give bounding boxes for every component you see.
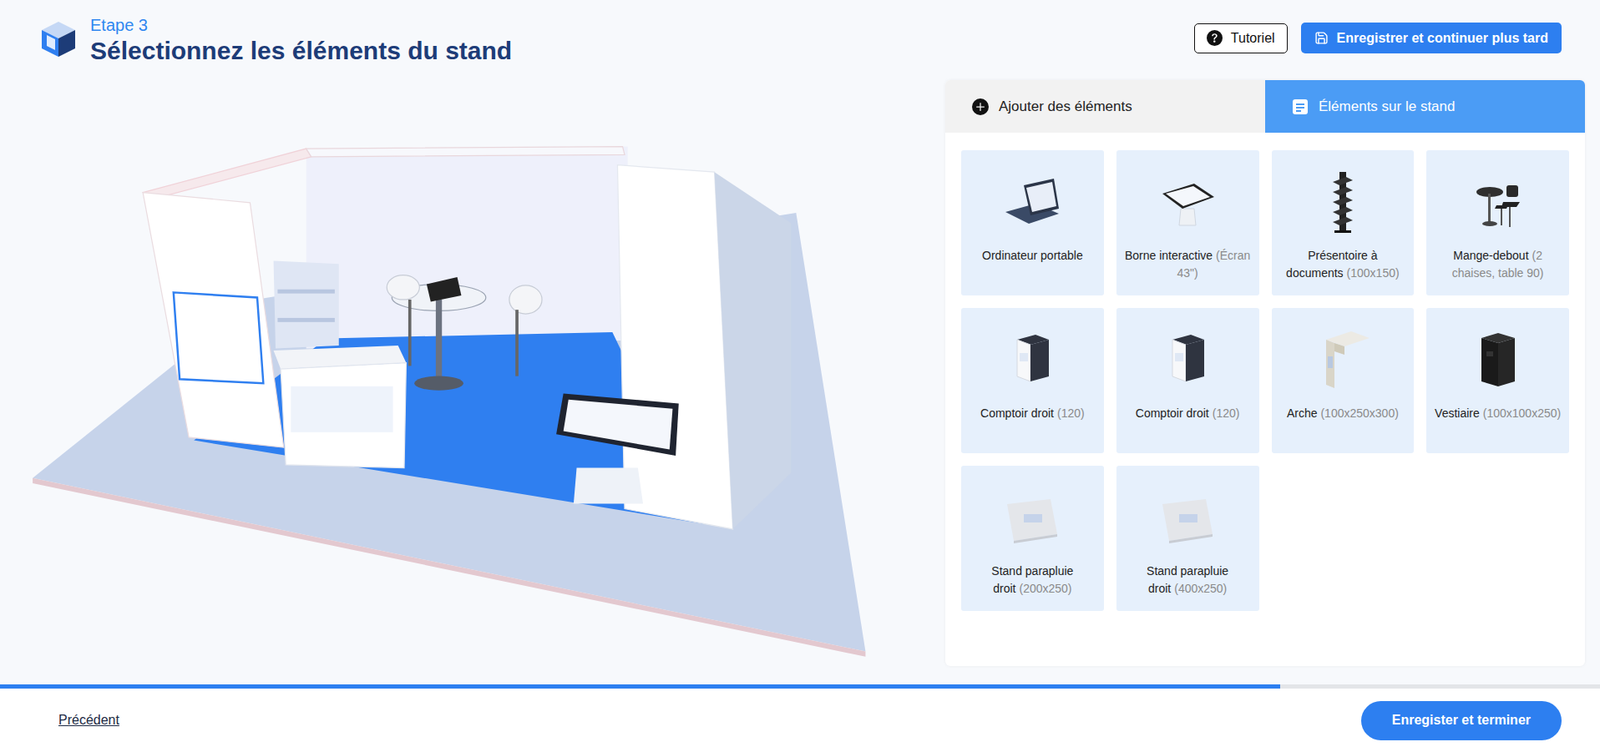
element-tile[interactable]: Borne interactive(Écran 43") xyxy=(1116,150,1260,296)
rack-icon xyxy=(1309,168,1377,236)
element-label: Comptoir droit(120) xyxy=(1135,405,1241,423)
element-tile[interactable]: Présentoire à documents(100x150) xyxy=(1271,150,1415,296)
element-label: Comptoir droit(120) xyxy=(980,405,1085,423)
list-icon xyxy=(1291,98,1309,116)
logo-icon xyxy=(40,20,77,59)
save-later-button[interactable]: Enregistrer et continuer plus tard xyxy=(1301,22,1562,54)
element-label: Ordinateur portable xyxy=(982,247,1084,265)
tab-bar: Ajouter des élémentsÉléments sur le stan… xyxy=(945,80,1585,133)
banner-icon xyxy=(998,484,1066,552)
element-label: Présentoire à documents(100x150) xyxy=(1276,247,1410,283)
element-label: Arche(100x250x300) xyxy=(1286,405,1399,423)
save-icon xyxy=(1314,30,1329,46)
element-tile[interactable]: Ordinateur portable xyxy=(961,150,1104,296)
page-title: Sélectionnez les éléments du stand xyxy=(90,35,512,67)
step-label: Etape 3 xyxy=(90,15,512,36)
workspace: Ajouter des élémentsÉléments sur le stan… xyxy=(0,75,1600,685)
element-label: Stand parapluie droit(400x250) xyxy=(1121,562,1255,598)
arch-icon xyxy=(1309,326,1377,394)
cloakroom-icon xyxy=(1464,326,1532,394)
element-label: Borne interactive(Écran 43") xyxy=(1121,247,1255,283)
laptop-icon xyxy=(998,168,1066,236)
element-tile[interactable]: Stand parapluie droit(200x250) xyxy=(961,465,1104,612)
counter-icon xyxy=(1154,326,1221,394)
element-label: Stand parapluie droit(200x250) xyxy=(966,562,1099,598)
tutorial-button[interactable]: Tutoriel xyxy=(1194,23,1288,54)
banner-icon xyxy=(1154,484,1221,552)
element-label: Vestiaire(100x100x250) xyxy=(1434,405,1561,423)
finish-button[interactable]: Enregister et terminer xyxy=(1361,701,1562,741)
stand-preview[interactable] xyxy=(0,75,919,668)
kiosk-icon xyxy=(1154,168,1221,236)
counter-icon xyxy=(998,326,1066,394)
plus-icon xyxy=(972,98,989,116)
header: Etape 3Sélectionnez les éléments du stan… xyxy=(0,0,1600,76)
footer: Précédent Enregister et terminer xyxy=(0,688,1600,752)
table-icon xyxy=(1464,168,1532,236)
panel-tab[interactable]: Éléments sur le stand xyxy=(1265,80,1585,133)
app: Etape 3Sélectionnez les éléments du stan… xyxy=(0,0,1600,752)
element-tile[interactable]: Vestiaire(100x100x250) xyxy=(1426,308,1570,454)
element-tile[interactable]: Stand parapluie droit(400x250) xyxy=(1116,465,1260,612)
element-tile[interactable]: Comptoir droit(120) xyxy=(1116,308,1260,454)
help-icon xyxy=(1206,30,1223,46)
panel-tab[interactable]: Ajouter des éléments xyxy=(945,80,1266,133)
element-label: Mange-debout(2 chaises, table 90) xyxy=(1431,247,1565,283)
element-tile[interactable]: Mange-debout(2 chaises, table 90) xyxy=(1426,150,1570,296)
elements-grid: Ordinateur portable Borne interactive(Écr… xyxy=(945,132,1585,612)
element-tile[interactable]: Comptoir droit(120) xyxy=(961,308,1104,454)
elements-panel: Ajouter des élémentsÉléments sur le stan… xyxy=(945,80,1585,667)
preview-area xyxy=(0,75,946,685)
element-tile[interactable]: Arche(100x250x300) xyxy=(1271,308,1415,454)
previous-link[interactable]: Précédent xyxy=(58,710,120,731)
